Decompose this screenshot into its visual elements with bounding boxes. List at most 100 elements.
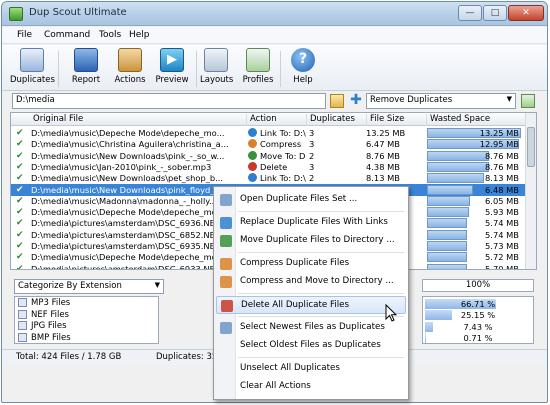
- grid-header: Original File Action Duplicates File Siz…: [11, 113, 526, 126]
- profiles-button[interactable]: Profiles: [242, 48, 274, 90]
- action-cell: Compress: [260, 139, 302, 150]
- category-percent: 25.15 %: [460, 310, 496, 320]
- table-row[interactable]: ✔ D:\media\music\Christina Aguilera\chris…: [11, 138, 526, 150]
- category-percent: 66.71 %: [460, 298, 496, 309]
- duplicates-label: Duplicates: [10, 75, 55, 85]
- vertical-scrollbar[interactable]: [525, 113, 536, 269]
- col-file-size[interactable]: File Size: [366, 114, 426, 126]
- checked-file-icon[interactable]: ✔: [16, 230, 26, 240]
- close-button[interactable]: ✕: [508, 5, 544, 21]
- menu-bar: File Command Tools Help: [2, 27, 547, 44]
- help-label: Help: [293, 75, 313, 85]
- execute-icon[interactable]: [521, 94, 535, 108]
- checked-file-icon[interactable]: ✔: [16, 185, 26, 195]
- status-duplicates: Duplicates: 35: [156, 352, 218, 362]
- category-percent-row: 0.71 %: [425, 333, 531, 343]
- context-menu-item[interactable]: Select Oldest Files as Duplicates: [216, 337, 406, 355]
- duplicates-cell: 3: [309, 161, 315, 172]
- file-size-cell: 8.13 MB: [366, 173, 400, 184]
- category-item[interactable]: NEF Files: [18, 309, 69, 321]
- context-menu-item[interactable]: Compress and Move to Directory ...: [216, 273, 406, 291]
- original-file-cell: D:\media\music\Depeche Mode\depeche_mo..…: [31, 128, 225, 138]
- action-select[interactable]: Remove Duplicates ▼: [366, 93, 516, 109]
- checked-file-icon[interactable]: ✔: [16, 264, 26, 269]
- preview-button[interactable]: ▶ Preview: [152, 48, 192, 90]
- table-row[interactable]: ✔ D:\media\music\Depeche Mode\depeche_mo.…: [11, 127, 526, 139]
- duplicates-icon: [20, 48, 44, 72]
- table-row[interactable]: ✔ D:\media\music\New Downloads\pet_shop_b…: [11, 172, 526, 184]
- title-bar: Dup Scout Ultimate — □ ✕: [2, 2, 547, 26]
- file-type-icon: [18, 321, 27, 330]
- actions-button[interactable]: Actions: [110, 48, 150, 90]
- wasted-space-cell: 5.74 MB: [485, 229, 519, 240]
- checked-file-icon[interactable]: ✔: [16, 162, 26, 172]
- checked-file-icon[interactable]: ✔: [16, 128, 26, 138]
- context-menu-item[interactable]: Open Duplicate Files Set ...: [216, 191, 406, 209]
- context-menu-item[interactable]: Select Newest Files as Duplicates: [216, 319, 406, 337]
- progress-bar: 100%: [422, 279, 534, 292]
- col-duplicates[interactable]: Duplicates: [306, 114, 366, 126]
- context-menu-item[interactable]: Unselect All Duplicates: [216, 360, 406, 378]
- status-total: Total: 424 Files / 1.78 GB: [16, 352, 122, 362]
- category-item[interactable]: MP3 Files: [18, 298, 70, 309]
- checked-file-icon[interactable]: ✔: [16, 196, 26, 206]
- wasted-space-cell: 8.13 MB: [485, 173, 519, 184]
- checked-file-icon[interactable]: ✔: [16, 218, 26, 228]
- menu-help[interactable]: Help: [129, 30, 150, 40]
- menu-tools[interactable]: Tools: [99, 30, 121, 40]
- duplicates-cell: 2: [309, 150, 315, 161]
- context-menu-item[interactable]: Replace Duplicate Files With Links: [216, 214, 406, 232]
- checked-file-icon[interactable]: ✔: [16, 252, 26, 262]
- category-item[interactable]: JPG Files: [18, 321, 67, 332]
- toolbar-divider: [280, 51, 281, 87]
- checked-file-icon[interactable]: ✔: [16, 207, 26, 217]
- report-button[interactable]: Report: [66, 48, 106, 90]
- checked-file-icon[interactable]: ✔: [16, 139, 26, 149]
- minimize-button[interactable]: —: [458, 5, 482, 21]
- wasted-space-cell: 13.25 MB: [479, 128, 519, 138]
- file-type-icon: [18, 298, 27, 307]
- category-item[interactable]: BMP Files: [18, 332, 71, 344]
- path-input[interactable]: D:\media: [12, 93, 326, 109]
- wasted-space-cell: 6.05 MB: [485, 195, 519, 206]
- scroll-thumb[interactable]: [527, 127, 535, 167]
- action-icon: [248, 173, 257, 183]
- layouts-button[interactable]: Layouts: [200, 48, 233, 90]
- chevron-down-icon: ▼: [154, 281, 160, 289]
- col-wasted-space[interactable]: Wasted Space: [426, 114, 526, 126]
- table-row[interactable]: ✔ D:\media\music\New Downloads\pink_-_so_…: [11, 150, 526, 162]
- menu-separator: [238, 316, 404, 317]
- col-original-file[interactable]: Original File: [11, 114, 246, 126]
- menu-separator: [238, 357, 404, 358]
- context-menu-item[interactable]: Compress Duplicate Files: [216, 255, 406, 273]
- menu-separator: [238, 211, 404, 212]
- checked-file-icon[interactable]: ✔: [16, 173, 26, 183]
- browse-folder-icon[interactable]: [330, 94, 344, 108]
- table-row[interactable]: ✔ D:\media\music\Jan-2010\pink_-_sober.mp…: [11, 161, 526, 173]
- categorize-select[interactable]: Categorize By Extension ▼: [14, 279, 164, 294]
- duplicates-cell: 3: [309, 139, 315, 150]
- col-action[interactable]: Action: [246, 114, 306, 126]
- menu-file[interactable]: File: [17, 30, 32, 40]
- add-icon[interactable]: ✚: [349, 93, 363, 108]
- menu-item-label: Delete All Duplicate Files: [241, 300, 350, 310]
- checked-file-icon[interactable]: ✔: [16, 241, 26, 251]
- action-cell: Delete: [260, 161, 288, 172]
- menu-item-label: Open Duplicate Files Set ...: [240, 194, 358, 204]
- original-file-cell: D:\media\music\New Downloads\pet_shop_b.…: [31, 173, 224, 184]
- menu-item-icon: [221, 300, 233, 312]
- context-menu-item[interactable]: Delete All Duplicate Files: [216, 296, 406, 314]
- help-button[interactable]: ? Help: [288, 48, 318, 90]
- checked-file-icon[interactable]: ✔: [16, 151, 26, 161]
- preview-label: Preview: [155, 75, 189, 85]
- menu-item-label: Select Oldest Files as Duplicates: [240, 340, 381, 350]
- context-menu-item[interactable]: Move Duplicate Files to Directory ...: [216, 232, 406, 250]
- app-logo-icon: [9, 7, 23, 21]
- menu-command[interactable]: Command: [44, 30, 90, 40]
- wasted-space-cell: 5.72 MB: [485, 252, 519, 263]
- maximize-button[interactable]: □: [483, 5, 507, 21]
- context-menu-item[interactable]: Clear All Actions: [216, 378, 406, 396]
- menu-item-label: Compress Duplicate Files: [240, 258, 350, 268]
- duplicates-button[interactable]: Duplicates: [10, 48, 55, 90]
- menu-item-label: Compress and Move to Directory ...: [240, 276, 394, 286]
